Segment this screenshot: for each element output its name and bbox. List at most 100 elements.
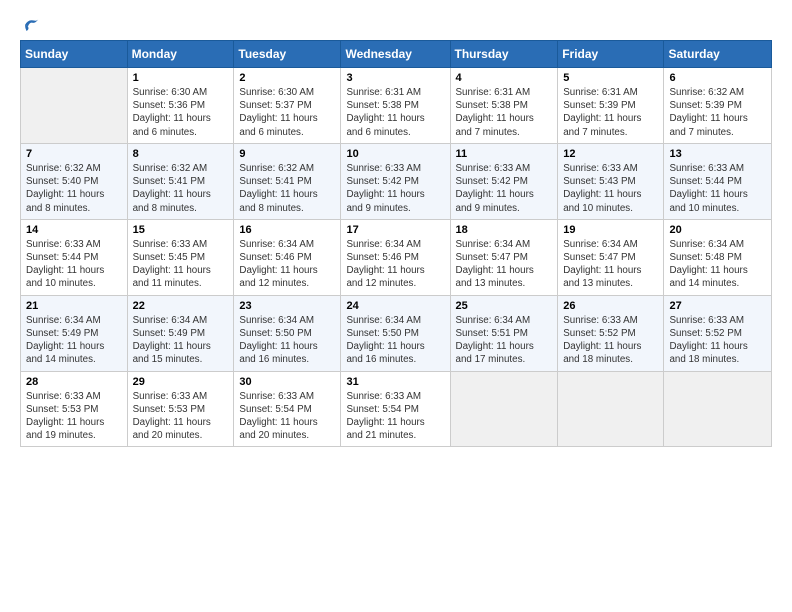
calendar-cell: 11 Sunrise: 6:33 AM Sunset: 5:42 PM Dayli…	[450, 143, 558, 219]
calendar-cell: 1 Sunrise: 6:30 AM Sunset: 5:36 PM Daylig…	[127, 68, 234, 144]
calendar-cell: 14Sunrise: 6:33 AM Sunset: 5:44 PM Dayli…	[21, 219, 128, 295]
calendar-cell: 23 Sunrise: 6:34 AM Sunset: 5:50 PM Dayli…	[234, 295, 341, 371]
weekday-header: Sunday	[21, 41, 128, 68]
day-info: Sunrise: 6:31 AM Sunset: 5:38 PM Dayligh…	[456, 86, 553, 139]
weekday-header: Monday	[127, 41, 234, 68]
calendar-cell: 22 Sunrise: 6:34 AM Sunset: 5:49 PM Dayli…	[127, 295, 234, 371]
day-info: Sunrise: 6:34 AM Sunset: 5:50 PM Dayligh…	[346, 314, 444, 367]
calendar-cell	[21, 68, 128, 144]
calendar-cell: 3Sunrise: 6:31 AM Sunset: 5:38 PM Daylig…	[341, 68, 450, 144]
weekday-header: Saturday	[664, 41, 772, 68]
day-number: 30	[239, 376, 335, 388]
calendar-cell: 25 Sunrise: 6:34 AM Sunset: 5:51 PM Dayli…	[450, 295, 558, 371]
logo	[20, 16, 40, 30]
day-info: Sunrise: 6:33 AM Sunset: 5:42 PM Dayligh…	[346, 162, 444, 215]
day-number: 7	[26, 148, 122, 160]
day-info: Sunrise: 6:33 AM Sunset: 5:45 PM Dayligh…	[133, 238, 229, 291]
day-info: Sunrise: 6:34 AM Sunset: 5:46 PM Dayligh…	[239, 238, 335, 291]
weekday-header: Tuesday	[234, 41, 341, 68]
day-info: Sunrise: 6:33 AM Sunset: 5:44 PM Dayligh…	[669, 162, 766, 215]
calendar-week-row: 28 Sunrise: 6:33 AM Sunset: 5:53 PM Dayli…	[21, 371, 772, 447]
calendar-cell: 24 Sunrise: 6:34 AM Sunset: 5:50 PM Dayli…	[341, 295, 450, 371]
weekday-header: Friday	[558, 41, 664, 68]
day-info: Sunrise: 6:32 AM Sunset: 5:41 PM Dayligh…	[133, 162, 229, 215]
calendar-cell: 9Sunrise: 6:32 AM Sunset: 5:41 PM Daylig…	[234, 143, 341, 219]
calendar-cell: 10 Sunrise: 6:33 AM Sunset: 5:42 PM Dayli…	[341, 143, 450, 219]
calendar-cell: 20Sunrise: 6:34 AM Sunset: 5:48 PM Dayli…	[664, 219, 772, 295]
calendar-week-row: 14Sunrise: 6:33 AM Sunset: 5:44 PM Dayli…	[21, 219, 772, 295]
calendar-cell: 8 Sunrise: 6:32 AM Sunset: 5:41 PM Daylig…	[127, 143, 234, 219]
day-info: Sunrise: 6:34 AM Sunset: 5:49 PM Dayligh…	[26, 314, 122, 367]
calendar-cell: 13 Sunrise: 6:33 AM Sunset: 5:44 PM Dayli…	[664, 143, 772, 219]
day-number: 25	[456, 300, 553, 312]
day-info: Sunrise: 6:33 AM Sunset: 5:42 PM Dayligh…	[456, 162, 553, 215]
day-number: 24	[346, 300, 444, 312]
day-info: Sunrise: 6:34 AM Sunset: 5:49 PM Dayligh…	[133, 314, 229, 367]
calendar-cell: 21 Sunrise: 6:34 AM Sunset: 5:49 PM Dayli…	[21, 295, 128, 371]
day-number: 23	[239, 300, 335, 312]
day-number: 26	[563, 300, 658, 312]
day-info: Sunrise: 6:33 AM Sunset: 5:52 PM Dayligh…	[563, 314, 658, 367]
header-row: SundayMondayTuesdayWednesdayThursdayFrid…	[21, 41, 772, 68]
page: SundayMondayTuesdayWednesdayThursdayFrid…	[0, 0, 792, 457]
day-number: 4	[456, 72, 553, 84]
calendar-cell: 27Sunrise: 6:33 AM Sunset: 5:52 PM Dayli…	[664, 295, 772, 371]
calendar-cell: 31 Sunrise: 6:33 AM Sunset: 5:54 PM Dayli…	[341, 371, 450, 447]
day-number: 16	[239, 224, 335, 236]
day-info: Sunrise: 6:32 AM Sunset: 5:41 PM Dayligh…	[239, 162, 335, 215]
calendar-table: SundayMondayTuesdayWednesdayThursdayFrid…	[20, 40, 772, 447]
day-number: 3	[346, 72, 444, 84]
calendar-cell: 26 Sunrise: 6:33 AM Sunset: 5:52 PM Dayli…	[558, 295, 664, 371]
calendar-cell: 2 Sunrise: 6:30 AM Sunset: 5:37 PM Daylig…	[234, 68, 341, 144]
day-number: 19	[563, 224, 658, 236]
day-info: Sunrise: 6:33 AM Sunset: 5:52 PM Dayligh…	[669, 314, 766, 367]
day-info: Sunrise: 6:30 AM Sunset: 5:37 PM Dayligh…	[239, 86, 335, 139]
calendar-week-row: 1 Sunrise: 6:30 AM Sunset: 5:36 PM Daylig…	[21, 68, 772, 144]
day-info: Sunrise: 6:34 AM Sunset: 5:51 PM Dayligh…	[456, 314, 553, 367]
calendar-cell: 16 Sunrise: 6:34 AM Sunset: 5:46 PM Dayli…	[234, 219, 341, 295]
day-number: 12	[563, 148, 658, 160]
day-info: Sunrise: 6:30 AM Sunset: 5:36 PM Dayligh…	[133, 86, 229, 139]
calendar-cell: 5 Sunrise: 6:31 AM Sunset: 5:39 PM Daylig…	[558, 68, 664, 144]
calendar-cell: 6 Sunrise: 6:32 AM Sunset: 5:39 PM Daylig…	[664, 68, 772, 144]
calendar-week-row: 21 Sunrise: 6:34 AM Sunset: 5:49 PM Dayli…	[21, 295, 772, 371]
day-number: 2	[239, 72, 335, 84]
day-number: 6	[669, 72, 766, 84]
weekday-header: Thursday	[450, 41, 558, 68]
calendar-cell: 7Sunrise: 6:32 AM Sunset: 5:40 PM Daylig…	[21, 143, 128, 219]
day-number: 13	[669, 148, 766, 160]
day-number: 29	[133, 376, 229, 388]
logo-bird-icon	[22, 16, 40, 34]
day-number: 21	[26, 300, 122, 312]
day-number: 22	[133, 300, 229, 312]
calendar-cell: 18 Sunrise: 6:34 AM Sunset: 5:47 PM Dayli…	[450, 219, 558, 295]
day-number: 20	[669, 224, 766, 236]
day-info: Sunrise: 6:34 AM Sunset: 5:47 PM Dayligh…	[456, 238, 553, 291]
day-number: 5	[563, 72, 658, 84]
calendar-cell: 17Sunrise: 6:34 AM Sunset: 5:46 PM Dayli…	[341, 219, 450, 295]
day-info: Sunrise: 6:34 AM Sunset: 5:50 PM Dayligh…	[239, 314, 335, 367]
calendar-cell: 4 Sunrise: 6:31 AM Sunset: 5:38 PM Daylig…	[450, 68, 558, 144]
calendar-cell	[558, 371, 664, 447]
day-info: Sunrise: 6:31 AM Sunset: 5:39 PM Dayligh…	[563, 86, 658, 139]
day-number: 14	[26, 224, 122, 236]
day-number: 15	[133, 224, 229, 236]
day-number: 10	[346, 148, 444, 160]
day-info: Sunrise: 6:33 AM Sunset: 5:53 PM Dayligh…	[26, 390, 122, 443]
day-number: 1	[133, 72, 229, 84]
day-number: 31	[346, 376, 444, 388]
day-number: 28	[26, 376, 122, 388]
weekday-header: Wednesday	[341, 41, 450, 68]
day-number: 8	[133, 148, 229, 160]
day-number: 18	[456, 224, 553, 236]
day-info: Sunrise: 6:33 AM Sunset: 5:53 PM Dayligh…	[133, 390, 229, 443]
day-info: Sunrise: 6:32 AM Sunset: 5:39 PM Dayligh…	[669, 86, 766, 139]
calendar-cell: 12Sunrise: 6:33 AM Sunset: 5:43 PM Dayli…	[558, 143, 664, 219]
header	[20, 16, 772, 30]
calendar-cell	[450, 371, 558, 447]
calendar-cell	[664, 371, 772, 447]
day-info: Sunrise: 6:33 AM Sunset: 5:54 PM Dayligh…	[346, 390, 444, 443]
calendar-cell: 29 Sunrise: 6:33 AM Sunset: 5:53 PM Dayli…	[127, 371, 234, 447]
day-number: 11	[456, 148, 553, 160]
day-info: Sunrise: 6:33 AM Sunset: 5:54 PM Dayligh…	[239, 390, 335, 443]
